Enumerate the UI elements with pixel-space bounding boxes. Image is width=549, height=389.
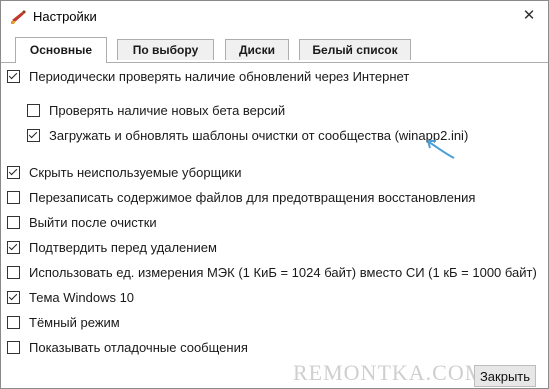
option-label: Выйти после очистки: [29, 214, 157, 230]
checkbox[interactable]: [7, 69, 20, 83]
option-label: Перезаписать содержимое файлов для предо…: [29, 189, 476, 205]
option-label: Периодически проверять наличие обновлени…: [29, 68, 410, 84]
option-community-templates[interactable]: Загружать и обновлять шаблоны очистки от…: [27, 126, 468, 144]
title-bar: Настройки ✕: [1, 1, 548, 33]
checkbox[interactable]: [7, 165, 20, 179]
option-confirm-delete[interactable]: Подтвердить перед удалением: [7, 238, 217, 256]
option-overwrite-contents[interactable]: Перезаписать содержимое файлов для предо…: [7, 188, 475, 206]
option-label: Тёмный режим: [29, 314, 120, 330]
option-exit-after-clean[interactable]: Выйти после очистки: [7, 213, 157, 231]
option-label: Подтвердить перед удалением: [29, 239, 217, 255]
option-hide-unused[interactable]: Скрыть неиспользуемые уборщики: [7, 163, 241, 181]
option-iec-units[interactable]: Использовать ед. измерения МЭК (1 КиБ = …: [7, 263, 537, 281]
option-label: Загружать и обновлять шаблоны очистки от…: [49, 127, 469, 143]
checkbox[interactable]: [7, 265, 20, 279]
checkbox[interactable]: [7, 340, 20, 354]
close-button[interactable]: Закрыть: [474, 365, 536, 387]
settings-window: Настройки ✕ Основные По выбору Диски Бел…: [0, 0, 549, 389]
option-label: Скрыть неиспользуемые уборщики: [29, 164, 242, 180]
tab-drives[interactable]: Диски: [225, 39, 289, 60]
window-close-button[interactable]: ✕: [518, 5, 540, 27]
checkbox[interactable]: [27, 103, 40, 117]
tab-whitelist[interactable]: Белый список: [299, 39, 411, 60]
checkbox[interactable]: [7, 290, 20, 304]
checkbox[interactable]: [7, 240, 20, 254]
tab-general[interactable]: Основные: [15, 37, 107, 63]
app-icon: [11, 10, 26, 24]
option-label: Проверять наличие новых бета версий: [49, 102, 286, 118]
tab-custom[interactable]: По выбору: [117, 39, 214, 60]
annotation-arrow-icon: [427, 140, 455, 159]
option-windows10-theme[interactable]: Тема Windows 10: [7, 288, 134, 306]
checkbox[interactable]: [7, 190, 20, 204]
general-panel: Периодически проверять наличие обновлени…: [1, 62, 548, 363]
option-label: Тема Windows 10: [29, 289, 135, 305]
option-dark-mode[interactable]: Тёмный режим: [7, 313, 120, 331]
checkbox[interactable]: [7, 215, 20, 229]
option-beta-versions[interactable]: Проверять наличие новых бета версий: [27, 101, 285, 119]
option-label: Показывать отладочные сообщения: [29, 339, 248, 355]
checkbox[interactable]: [27, 128, 40, 142]
option-label: Использовать ед. измерения МЭК (1 КиБ = …: [29, 264, 537, 280]
window-title: Настройки: [33, 9, 97, 24]
watermark: REMONTKA.COM: [293, 360, 486, 385]
checkbox[interactable]: [7, 315, 20, 329]
option-debug-messages[interactable]: Показывать отладочные сообщения: [7, 338, 248, 356]
option-check-updates[interactable]: Периодически проверять наличие обновлени…: [7, 67, 409, 85]
